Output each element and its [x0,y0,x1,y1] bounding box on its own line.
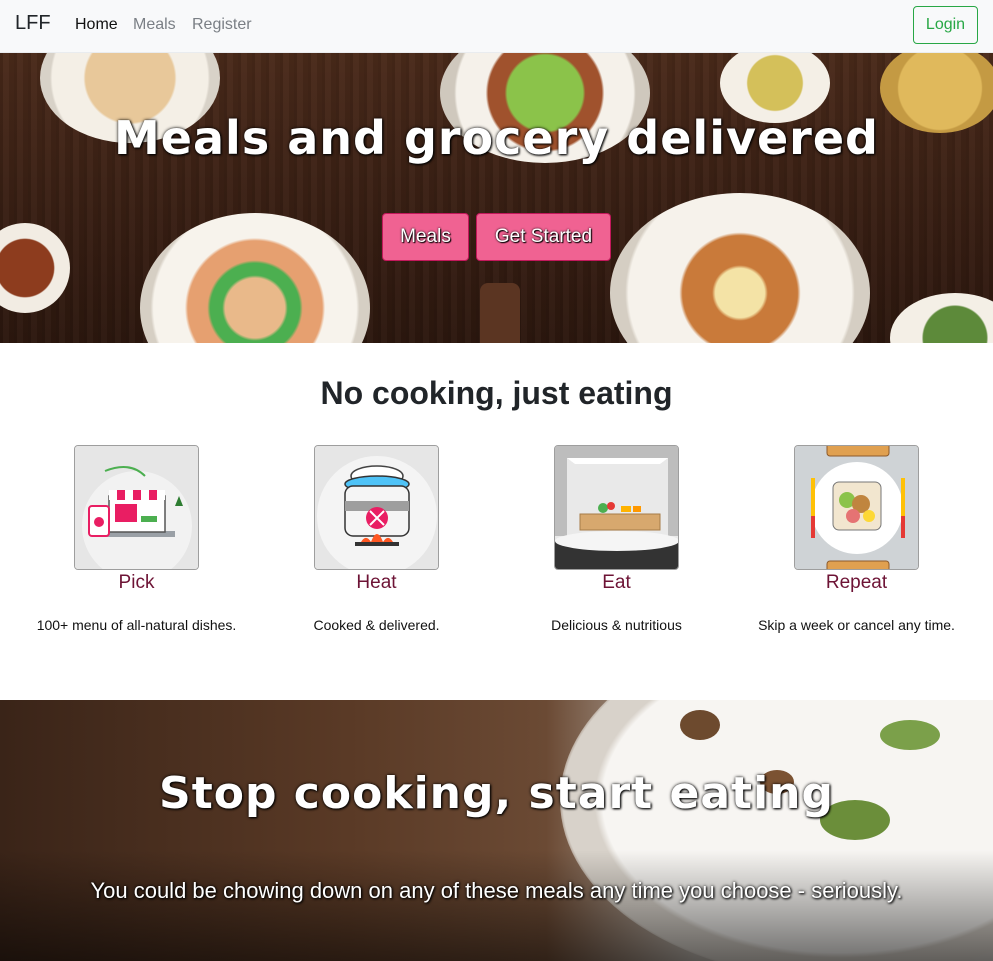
banner-subtitle: You could be chowing down on any of thes… [90,878,903,903]
step-name: Repeat [825,572,888,593]
how-it-works-title: No cooking, just eating [320,375,673,411]
nav-link-register[interactable]: Register [192,16,252,34]
nav-link-home[interactable]: Home [75,16,118,34]
food-box-icon [554,445,679,570]
step-description: Cooked & delivered. [313,617,440,633]
step-name: Heat [356,572,397,593]
step-description: 100+ menu of all-natural dishes. [36,617,237,633]
storefront-laptop-icon [74,445,199,570]
meal-plate-icon [794,445,919,570]
hero-meals-button[interactable]: Meals [382,213,469,261]
nav-link-meals[interactable]: Meals [133,16,176,34]
cta-banner: Stop cooking, start eating You could be … [0,700,993,961]
navbar: LFF Home Meals Register Login [0,0,993,53]
hero-title: Meals and grocery delivered [114,111,879,165]
brand-logo[interactable]: LFF [15,12,51,35]
hero-section: Meals and grocery delivered Meals Get St… [0,53,993,343]
hero-get-started-button[interactable]: Get Started [476,213,611,261]
step-description: Delicious & nutritious [551,617,682,633]
login-button[interactable]: Login [913,6,978,44]
step-name: Pick [118,572,155,593]
cooking-pot-icon [314,445,439,570]
step-name: Eat [602,572,631,593]
step-description: Skip a week or cancel any time. [758,617,955,633]
banner-title: Stop cooking, start eating [159,768,834,819]
